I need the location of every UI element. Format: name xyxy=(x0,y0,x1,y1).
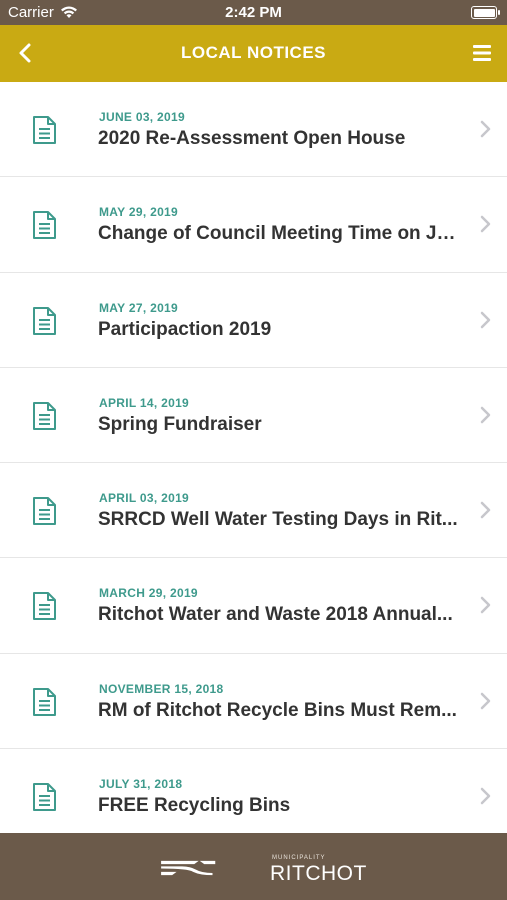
notice-title: Change of Council Meeting Time on Ju... xyxy=(98,223,463,245)
notice-title: Ritchot Water and Waste 2018 Annual... xyxy=(98,604,453,626)
ritchot-logo-mark xyxy=(161,860,216,876)
chevron-right-icon xyxy=(480,120,491,138)
notice-title: RM of Ritchot Recycle Bins Must Rem... xyxy=(98,699,457,721)
notice-date: NOVEMBER 15, 2018 xyxy=(99,681,224,696)
hamburger-menu-icon[interactable] xyxy=(471,42,493,64)
chevron-right-icon xyxy=(480,216,491,233)
chevron-right-icon xyxy=(480,501,491,519)
notice-row[interactable]: MAY 29, 2019 Change of Council Meeting T… xyxy=(0,177,507,273)
document-icon xyxy=(33,687,56,716)
document-icon xyxy=(33,211,56,240)
notice-title: Spring Fundraiser xyxy=(98,413,262,435)
notice-date: JUNE 03, 2019 xyxy=(99,110,185,124)
notice-title: SRRCD Well Water Testing Days in Rit... xyxy=(98,509,458,531)
notice-date: MAY 27, 2019 xyxy=(99,300,178,315)
document-icon xyxy=(33,401,56,430)
navigation-header: LOCAL NOTICES xyxy=(0,25,507,82)
footer-bar: MUNICIPALITY RITCHOT xyxy=(0,833,507,900)
notice-row[interactable]: JUNE 03, 2019 2020 Re-Assessment Open Ho… xyxy=(0,82,507,178)
document-icon xyxy=(33,306,56,335)
notice-date: JULY 31, 2018 xyxy=(99,777,183,792)
logo-name: RITCHOT xyxy=(270,862,367,885)
chevron-right-icon xyxy=(480,311,491,328)
status-time: 2:42 PM xyxy=(225,4,282,21)
notice-row[interactable]: MAY 27, 2019 Participaction 2019 xyxy=(0,272,507,368)
document-icon xyxy=(33,116,56,144)
notice-row[interactable]: MARCH 29, 2019 Ritchot Water and Waste 2… xyxy=(0,558,507,654)
notice-title: FREE Recycling Bins xyxy=(98,795,291,817)
page-title: LOCAL NOTICES xyxy=(180,43,327,62)
notice-date: APRIL 14, 2019 xyxy=(99,395,190,410)
notice-date: MAY 29, 2019 xyxy=(99,205,178,220)
document-icon xyxy=(33,592,56,621)
status-bar: Carrier 2:42 PM xyxy=(0,0,507,25)
chevron-right-icon xyxy=(480,597,491,614)
notice-date: APRIL 03, 2019 xyxy=(99,491,190,506)
notice-row[interactable]: NOVEMBER 15, 2018 RM of Ritchot Recycle … xyxy=(0,653,507,750)
notice-title: 2020 Re-Assessment Open House xyxy=(98,128,406,149)
chevron-right-icon xyxy=(480,787,491,805)
battery-icon xyxy=(471,6,500,19)
chevron-right-icon xyxy=(480,692,491,710)
notice-row[interactable]: APRIL 03, 2019 SRRCD Well Water Testing … xyxy=(0,463,507,559)
notice-title: Participaction 2019 xyxy=(98,318,272,340)
notice-row[interactable]: JULY 31, 2018 FREE Recycling Bins xyxy=(0,749,507,845)
document-icon xyxy=(33,497,56,526)
notice-date: MARCH 29, 2019 xyxy=(99,586,198,601)
chevron-right-icon xyxy=(480,406,491,424)
document-icon xyxy=(33,783,56,812)
notice-row[interactable]: APRIL 14, 2019 Spring Fundraiser xyxy=(0,367,507,464)
logo-municipality-label: MUNICIPALITY xyxy=(272,855,326,861)
notices-list: JUNE 03, 2019 2020 Re-Assessment Open Ho… xyxy=(0,82,507,845)
